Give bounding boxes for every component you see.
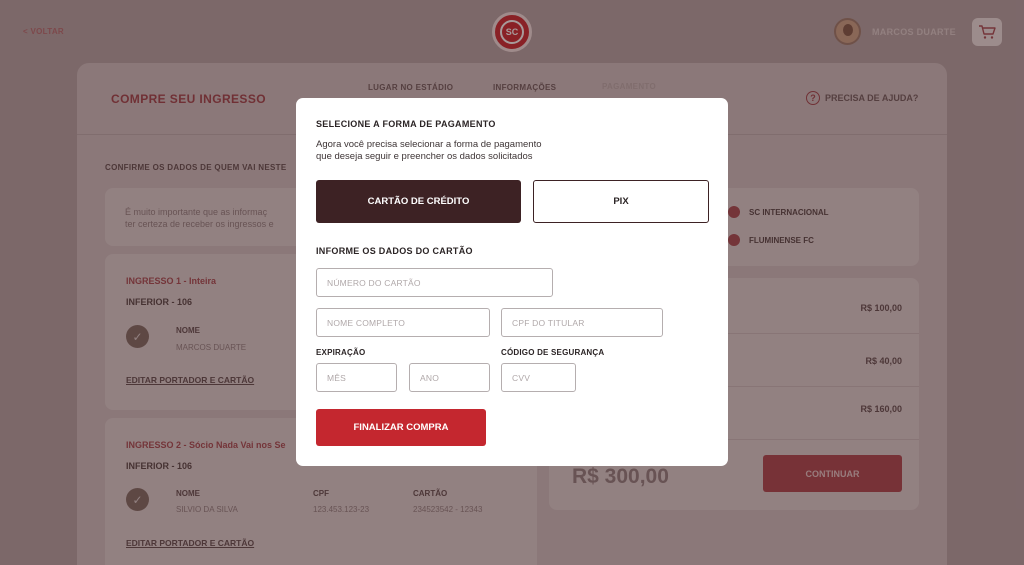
payment-method-modal: SELECIONE A FORMA DE PAGAMENTO Agora voc… — [296, 98, 728, 466]
card-number-input[interactable] — [316, 268, 553, 297]
card-details-title: INFORME OS DADOS DO CARTÃO — [316, 246, 473, 256]
pix-option-button[interactable]: PIX — [533, 180, 709, 223]
modal-description-line-1: Agora você precisa selecionar a forma de… — [316, 139, 542, 150]
expiration-label: EXPIRAÇÃO — [316, 348, 366, 357]
cvv-input[interactable] — [501, 363, 576, 392]
security-code-label: CÓDIGO DE SEGURANÇA — [501, 348, 605, 357]
finish-purchase-button[interactable]: FINALIZAR COMPRA — [316, 409, 486, 446]
holder-cpf-input[interactable] — [501, 308, 663, 337]
expiry-year-input[interactable] — [409, 363, 490, 392]
credit-card-option-button[interactable]: CARTÃO DE CRÉDITO — [316, 180, 521, 223]
expiry-month-input[interactable] — [316, 363, 397, 392]
modal-title: SELECIONE A FORMA DE PAGAMENTO — [316, 119, 496, 129]
full-name-input[interactable] — [316, 308, 490, 337]
modal-description: Agora você precisa selecionar a forma de… — [316, 139, 586, 163]
modal-description-line-2: que deseja seguir e preencher os dados s… — [316, 151, 533, 162]
